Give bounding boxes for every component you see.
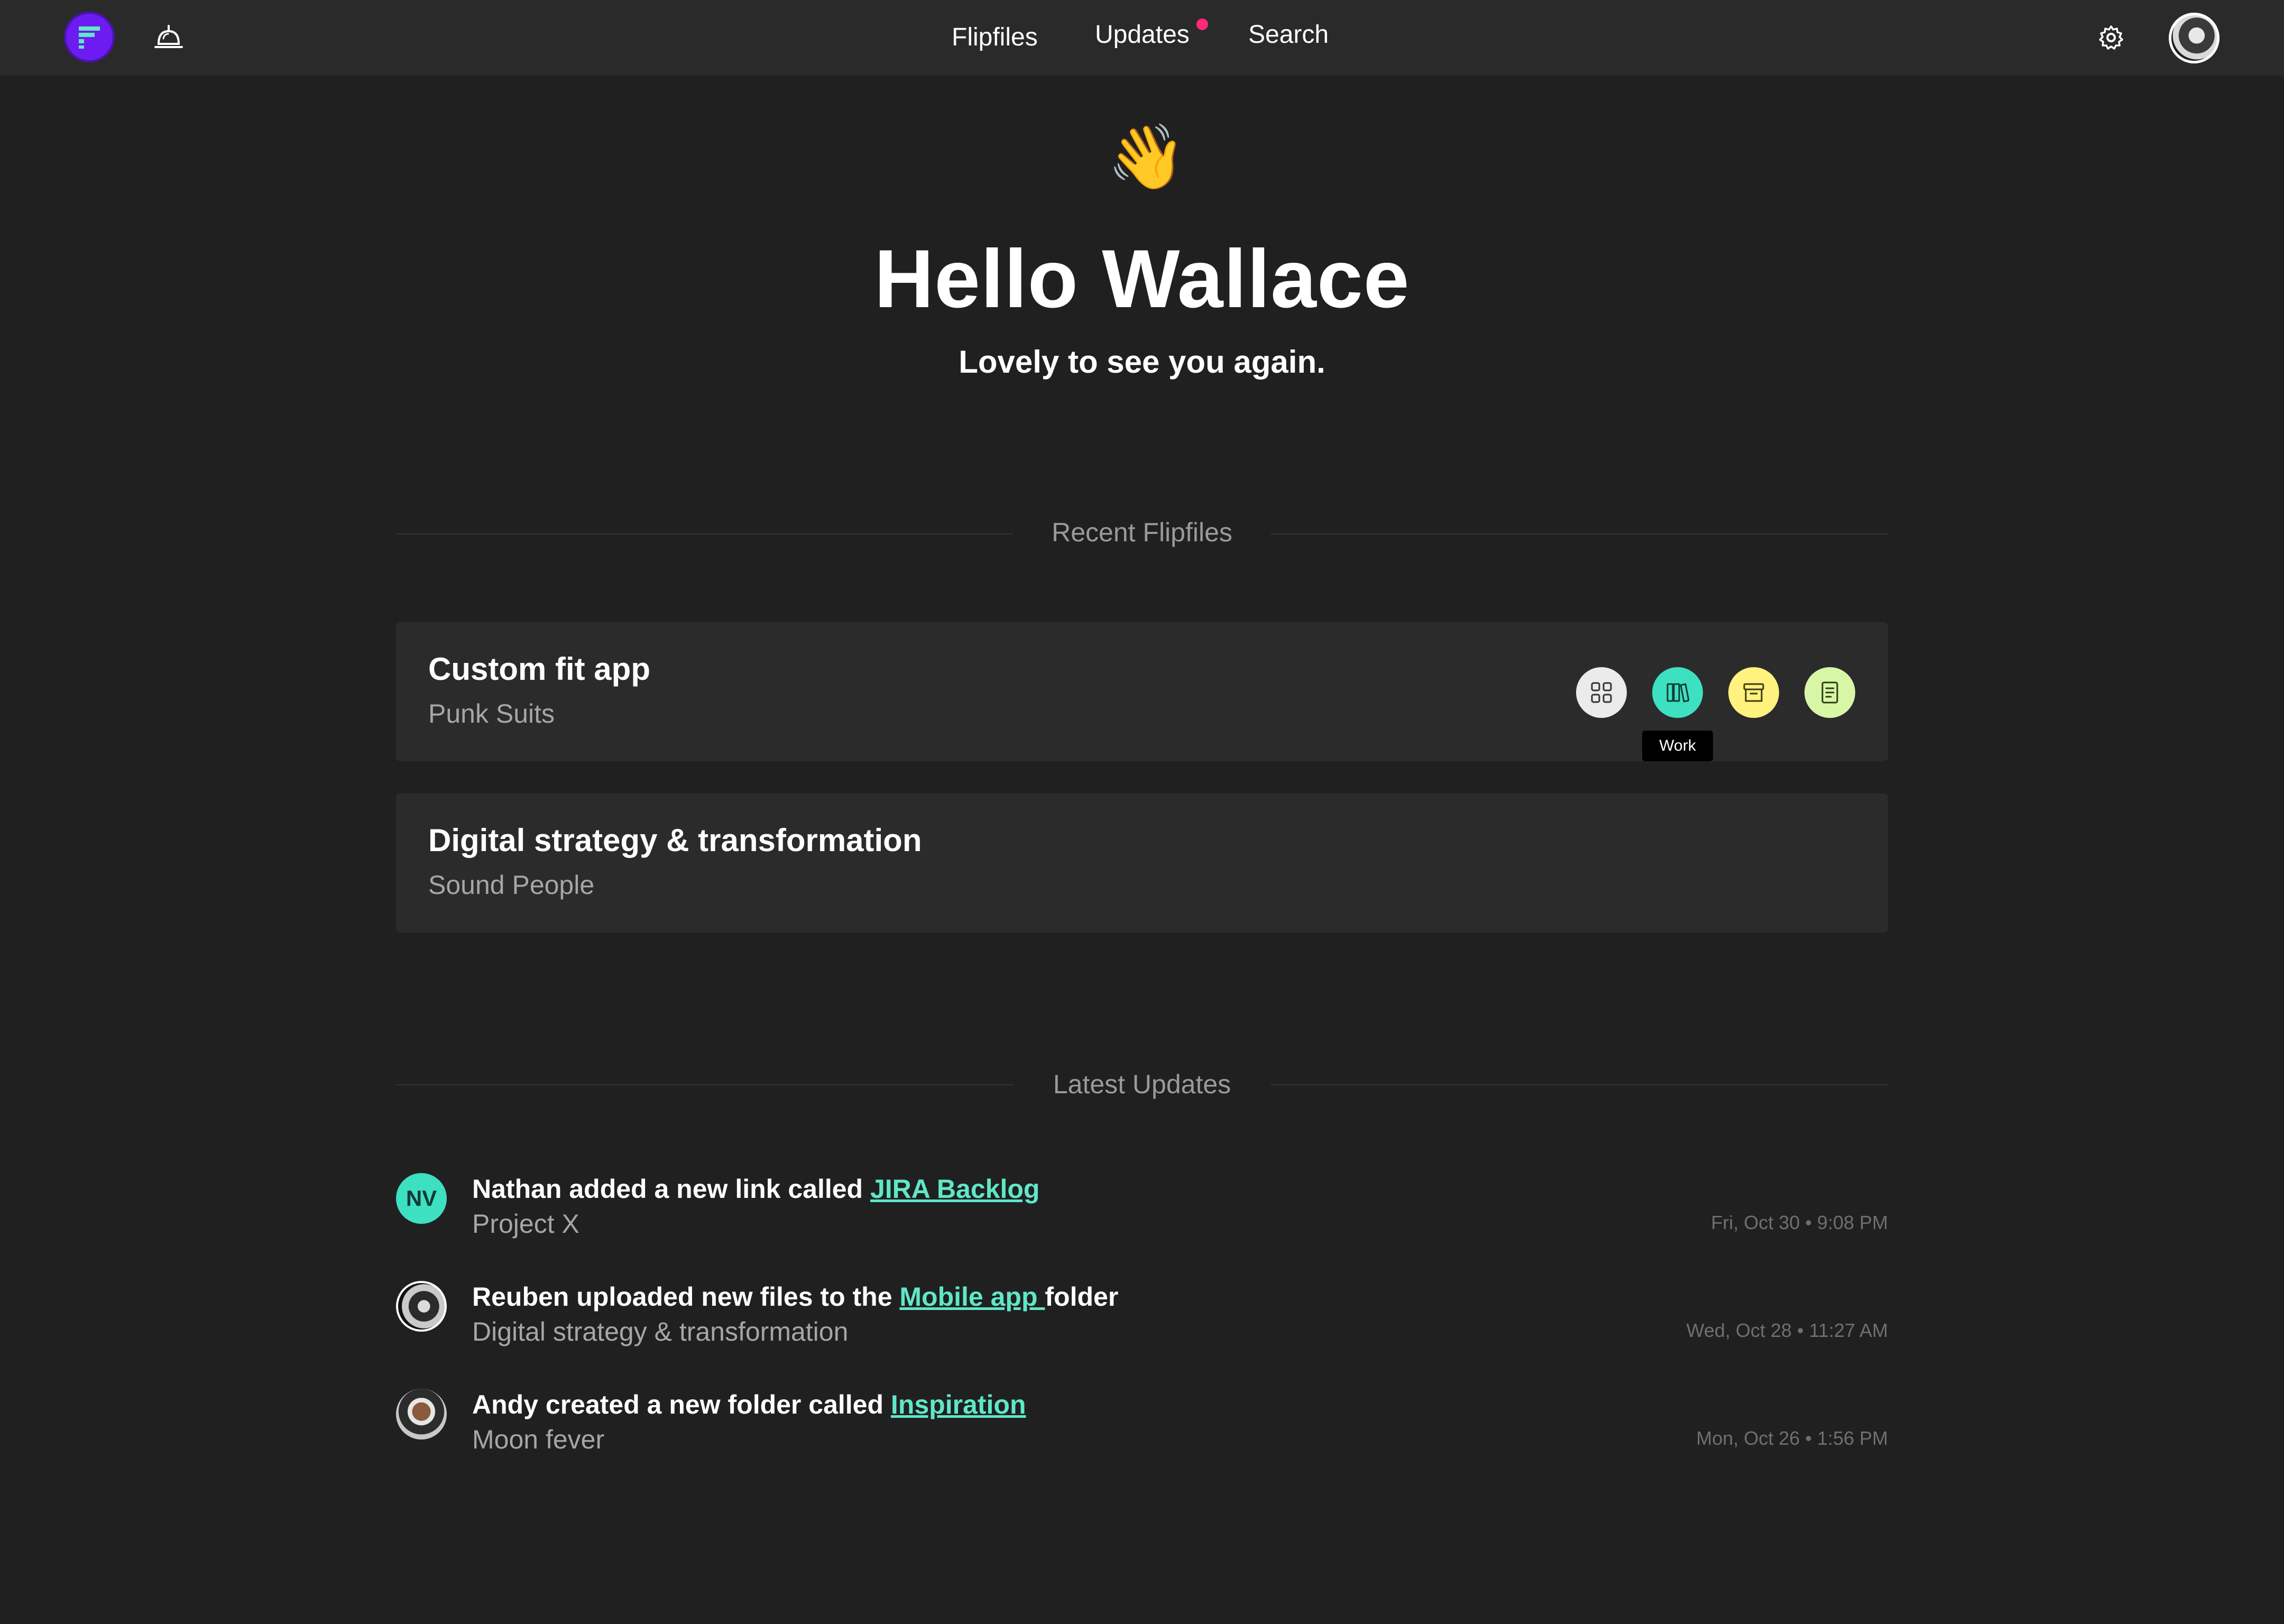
update-timestamp: Fri, Oct 30 • 9:08 PM [1711, 1212, 1888, 1233]
flipfile-card[interactable]: Digital strategy & transformation Sound … [396, 793, 1888, 933]
update-item: Reuben uploaded new files to the Mobile … [396, 1281, 1888, 1355]
avatar: NV [396, 1173, 447, 1224]
update-timestamp: Mon, Oct 26 • 1:56 PM [1696, 1427, 1888, 1449]
update-text: Reuben uploaded new files to the Mobile … [472, 1281, 1118, 1313]
update-text-before: Andy created a new folder called [472, 1390, 891, 1419]
update-text-before: Reuben uploaded new files to the [472, 1282, 900, 1312]
overview-button[interactable] [1576, 667, 1627, 718]
archive-button[interactable] [1728, 667, 1779, 718]
bell-icon[interactable] [154, 24, 183, 53]
update-item: NV Nathan added a new link called JIRA B… [396, 1173, 1888, 1247]
update-text-after: folder [1045, 1282, 1119, 1312]
logo-mark [79, 26, 100, 49]
avatar [396, 1389, 447, 1440]
greeting-subtitle: Lovely to see you again. [959, 344, 1325, 380]
work-tooltip: Work [1642, 731, 1713, 761]
update-text-before: Nathan added a new link called [472, 1174, 870, 1204]
archive-box-icon [1743, 683, 1764, 702]
grid-icon [1591, 682, 1612, 703]
greeting-heading: Hello Wallace [874, 233, 1410, 325]
update-link[interactable]: Inspiration [891, 1390, 1026, 1419]
flipfile-client: Sound People [428, 870, 595, 900]
nav-search[interactable]: Search [1248, 20, 1329, 49]
update-text: Nathan added a new link called JIRA Back… [472, 1173, 1039, 1205]
update-link[interactable]: Mobile app [899, 1282, 1045, 1312]
latest-updates-title: Latest Updates [1053, 1069, 1231, 1099]
top-navigation-bar: Flipfiles Updates Search [0, 0, 2284, 76]
document-icon [1821, 681, 1838, 704]
work-button[interactable] [1652, 667, 1703, 718]
flipfile-client: Punk Suits [428, 699, 555, 728]
recent-flipfiles-title: Recent Flipfiles [1052, 518, 1232, 547]
waving-hand-emoji: 👋 [1107, 121, 1186, 194]
update-project: Project X [472, 1209, 579, 1239]
update-project: Moon fever [472, 1425, 605, 1454]
user-avatar[interactable] [2169, 13, 2219, 63]
update-timestamp: Wed, Oct 28 • 11:27 AM [1686, 1320, 1888, 1341]
flipfile-title: Digital strategy & transformation [428, 823, 922, 858]
notes-button[interactable] [1804, 667, 1855, 718]
nav-updates[interactable]: Updates [1095, 20, 1190, 49]
update-project: Digital strategy & transformation [472, 1317, 849, 1346]
books-icon [1666, 683, 1689, 703]
flipfiles-logo-icon[interactable] [64, 12, 115, 62]
update-text: Andy created a new folder called Inspira… [472, 1389, 1026, 1420]
avatar [396, 1281, 447, 1332]
nav-flipfiles[interactable]: Flipfiles [952, 23, 1038, 52]
flipfile-title: Custom fit app [428, 651, 650, 687]
update-item: Andy created a new folder called Inspira… [396, 1389, 1888, 1463]
updates-notification-dot [1196, 19, 1208, 30]
gear-icon[interactable] [2098, 24, 2124, 53]
flipfile-card[interactable]: Custom fit app Punk Suits Work [396, 622, 1888, 761]
update-link[interactable]: JIRA Backlog [870, 1174, 1039, 1204]
